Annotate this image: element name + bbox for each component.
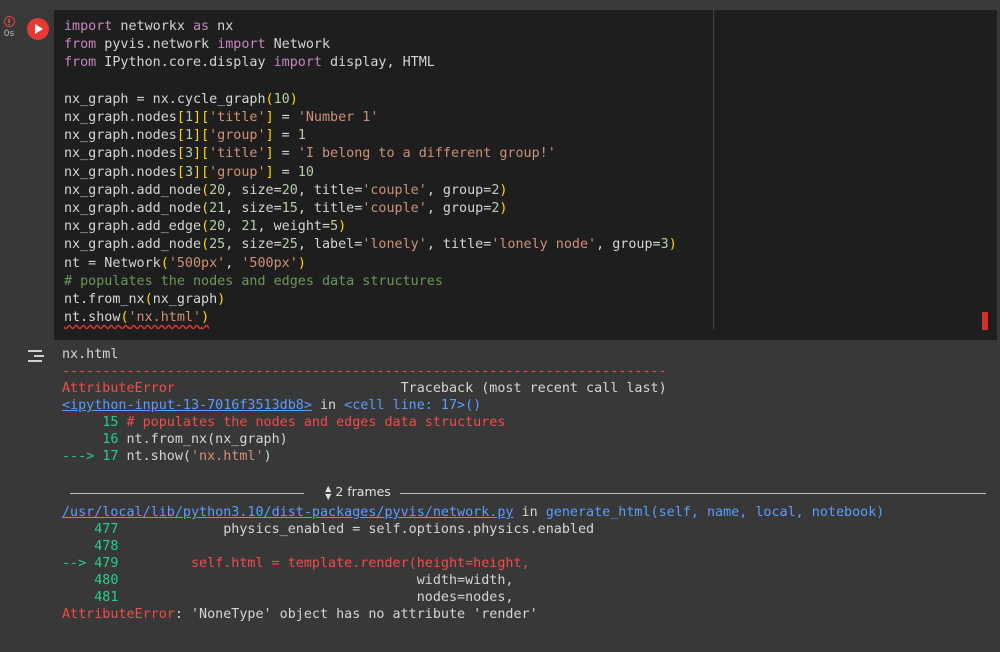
traceback-spacer bbox=[175, 381, 401, 396]
execution-time: 0s bbox=[3, 29, 15, 39]
output-area: nx.html --------------------------------… bbox=[62, 346, 992, 465]
cell-ruler bbox=[713, 10, 714, 330]
code-cell-editor[interactable]: import networkx as nx from pyvis.network… bbox=[54, 10, 997, 340]
final-error-name: AttributeError bbox=[62, 607, 175, 622]
code-line[interactable]: nt.show('nx.html') bbox=[64, 310, 209, 325]
traceback-block-1: 15 # populates the nodes and edges data … bbox=[62, 415, 506, 464]
code-line[interactable]: nx_graph.add_node(20, size=20, title='co… bbox=[64, 183, 507, 198]
traceback-header: Traceback (most recent call last) bbox=[400, 381, 667, 396]
stdout-text: nx.html bbox=[62, 347, 119, 362]
code-line[interactable]: nx_graph.add_edge(20, 21, weight=5) bbox=[64, 219, 346, 234]
file-func-ref: generate_html(self, name, local, noteboo… bbox=[545, 505, 885, 520]
ipython-input-link[interactable]: <ipython-input-13-7016f3513db8> bbox=[62, 398, 312, 413]
input-in-text: in bbox=[311, 398, 345, 413]
code-line[interactable]: nx_graph.nodes[3]['group'] = 10 bbox=[64, 165, 314, 180]
code-line[interactable]: from IPython.core.display import display… bbox=[64, 55, 435, 70]
code-line[interactable]: nt.from_nx(nx_graph) bbox=[64, 292, 225, 307]
run-cell-button[interactable] bbox=[27, 18, 49, 40]
error-name: AttributeError bbox=[62, 381, 175, 396]
code-line[interactable]: nx_graph.nodes[1]['group'] = 1 bbox=[64, 128, 306, 143]
code-line[interactable]: import networkx as nx bbox=[64, 19, 233, 34]
code-line[interactable]: from pyvis.network import Network bbox=[64, 37, 330, 52]
collapsed-frames-row: ▲ ▼ 2 frames bbox=[70, 484, 986, 502]
code-line[interactable]: nx_graph.add_node(21, size=15, title='co… bbox=[64, 201, 507, 216]
code-line[interactable]: nx_graph.nodes[1]['title'] = 'Number 1' bbox=[64, 110, 378, 125]
frames-label: 2 frames bbox=[335, 484, 391, 499]
output-area-2: /usr/local/lib/python3.10/dist-packages/… bbox=[62, 504, 992, 623]
frames-divider-left bbox=[70, 493, 304, 494]
code-editor-content[interactable]: import networkx as nx from pyvis.network… bbox=[64, 18, 677, 327]
final-error-message: : 'NoneType' object has no attribute 're… bbox=[174, 607, 538, 622]
code-line[interactable]: nx_graph.add_node(25, size=25, label='lo… bbox=[64, 237, 677, 252]
code-line[interactable]: # populates the nodes and edges data str… bbox=[64, 274, 443, 289]
file-path-link[interactable]: /usr/local/lib/python3.10/dist-packages/… bbox=[62, 505, 513, 520]
execution-status[interactable]: 0s bbox=[0, 16, 18, 39]
output-actions-icon[interactable] bbox=[28, 348, 46, 364]
code-line[interactable]: nx_graph = nx.cycle_graph(10) bbox=[64, 92, 298, 107]
traceback-block-2: 477 physics_enabled = self.options.physi… bbox=[62, 522, 595, 605]
traceback-dashes: ----------------------------------------… bbox=[62, 364, 667, 379]
code-line[interactable]: nt = Network('500px', '500px') bbox=[64, 256, 306, 271]
frames-divider-right bbox=[400, 493, 986, 494]
code-line[interactable]: nx_graph.nodes[3]['title'] = 'I belong t… bbox=[64, 146, 556, 161]
input-cell-ref: <cell line: 17>() bbox=[344, 398, 482, 413]
error-circle-icon bbox=[3, 16, 15, 27]
chevron-updown-icon: ▲ ▼ bbox=[325, 483, 332, 501]
top-strip bbox=[0, 0, 1000, 10]
file-in-text: in bbox=[513, 505, 546, 520]
frames-toggle-button[interactable]: ▲ ▼ 2 frames bbox=[318, 484, 398, 501]
scrollbar-error-marker bbox=[982, 312, 988, 330]
